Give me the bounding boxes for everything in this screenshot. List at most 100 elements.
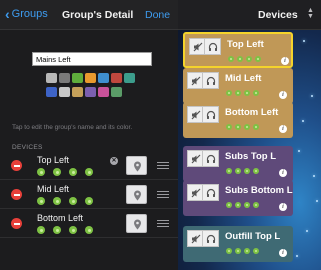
delete-device-button[interactable] [11, 160, 22, 171]
mute-button[interactable] [189, 38, 205, 55]
reorder-handle-icon[interactable] [157, 191, 169, 200]
info-icon[interactable]: i [279, 249, 287, 257]
status-dot [244, 90, 250, 96]
monitor-button[interactable] [203, 106, 219, 123]
light-sparkle [311, 95, 313, 97]
device-card[interactable]: Subs Bottom L i [183, 180, 293, 216]
chevron-left-icon: ‹ [5, 5, 10, 22]
color-swatch[interactable] [85, 73, 96, 83]
status-dot [237, 56, 243, 62]
nav-bar: ‹ Groups Group's Detail Done [0, 0, 178, 30]
color-swatch[interactable] [111, 73, 122, 83]
color-swatch[interactable] [98, 73, 109, 83]
delete-device-button[interactable] [11, 189, 22, 200]
status-dots [37, 197, 93, 205]
monitor-button[interactable] [203, 72, 219, 89]
reorder-handle-icon[interactable] [157, 162, 169, 171]
light-sparkle [302, 120, 304, 122]
status-dot [244, 248, 250, 254]
color-swatch[interactable] [59, 87, 70, 97]
color-swatch[interactable] [46, 73, 57, 83]
status-dot [226, 202, 232, 208]
status-dot [228, 56, 234, 62]
mute-button[interactable] [187, 230, 203, 247]
info-icon[interactable]: i [279, 125, 287, 133]
status-dot [253, 202, 259, 208]
device-card[interactable]: Outfill Top L i [183, 226, 293, 262]
status-dot [85, 168, 93, 176]
reorder-handle-icon[interactable] [157, 220, 169, 229]
mute-button[interactable] [187, 72, 203, 89]
status-dot [244, 202, 250, 208]
delete-device-button[interactable] [11, 218, 22, 229]
device-name: Bottom Left [37, 213, 84, 223]
status-dot [85, 197, 93, 205]
light-sparkle [306, 230, 308, 232]
status-dot [235, 168, 241, 174]
color-swatch[interactable] [46, 87, 57, 97]
device-card[interactable]: Subs Top Li [183, 146, 293, 182]
group-name-field[interactable] [32, 52, 152, 66]
device-row: Mid Left [0, 182, 178, 209]
device-card[interactable]: Mid Left i [183, 68, 293, 104]
info-icon[interactable]: i [279, 169, 287, 177]
back-button[interactable]: ‹ Groups [5, 5, 48, 22]
mute-button[interactable] [187, 106, 203, 123]
device-card[interactable]: Top Left i [183, 32, 293, 68]
page-title: Group's Detail [62, 9, 134, 21]
monitor-button[interactable] [203, 184, 219, 201]
device-card[interactable]: Bottom Left i [183, 102, 293, 138]
device-name[interactable]: Top Left [37, 155, 69, 165]
locate-button[interactable] [126, 214, 147, 233]
status-dots [226, 248, 259, 254]
color-swatch[interactable] [111, 87, 122, 97]
status-dot [226, 248, 232, 254]
color-swatch[interactable] [72, 87, 83, 97]
card-title: Subs Top L [225, 151, 277, 162]
status-dot [37, 226, 45, 234]
hint-text: Tap to edit the group's name and its col… [12, 124, 133, 131]
status-dot [69, 168, 77, 176]
light-sparkle [303, 40, 305, 42]
back-label: Groups [11, 8, 48, 20]
status-dot [253, 168, 259, 174]
light-sparkle [298, 150, 300, 152]
info-icon[interactable]: i [279, 91, 287, 99]
devices-panel: Devices ▲ ▼ Top Left i Mid Left i Bottom Left… [178, 0, 321, 270]
status-dot [244, 168, 250, 174]
status-dot [244, 124, 250, 130]
mute-button[interactable] [187, 184, 203, 201]
device-row: Bottom Left [0, 211, 178, 238]
monitor-button[interactable] [205, 38, 221, 55]
light-sparkle [316, 200, 318, 202]
color-swatch[interactable] [59, 73, 70, 83]
locate-button[interactable] [126, 156, 147, 175]
status-dot [255, 56, 261, 62]
device-name: Mid Left [37, 184, 70, 194]
status-dots [226, 124, 259, 130]
color-swatch[interactable] [98, 87, 109, 97]
status-dot [53, 168, 61, 176]
status-dot [226, 124, 232, 130]
status-dots [37, 168, 93, 176]
status-dots [228, 56, 261, 62]
monitor-button[interactable] [203, 230, 219, 247]
info-icon[interactable]: i [281, 57, 289, 65]
color-swatch[interactable] [85, 87, 96, 97]
status-dot [53, 197, 61, 205]
info-icon[interactable]: i [279, 203, 287, 211]
status-dot [253, 248, 259, 254]
monitor-button[interactable] [203, 150, 219, 167]
status-dot [37, 168, 45, 176]
mute-button[interactable] [187, 150, 203, 167]
locate-button[interactable] [126, 185, 147, 204]
sort-arrows-icon[interactable]: ▲ ▼ [307, 7, 314, 20]
done-button[interactable]: Done [145, 9, 170, 21]
color-swatch[interactable] [124, 73, 135, 83]
color-swatch[interactable] [72, 73, 83, 83]
status-dot [235, 90, 241, 96]
card-title: Subs Bottom L [225, 185, 293, 196]
clear-text-icon[interactable]: ✕ [110, 157, 118, 165]
card-title: Top Left [227, 39, 264, 50]
status-dot [235, 202, 241, 208]
